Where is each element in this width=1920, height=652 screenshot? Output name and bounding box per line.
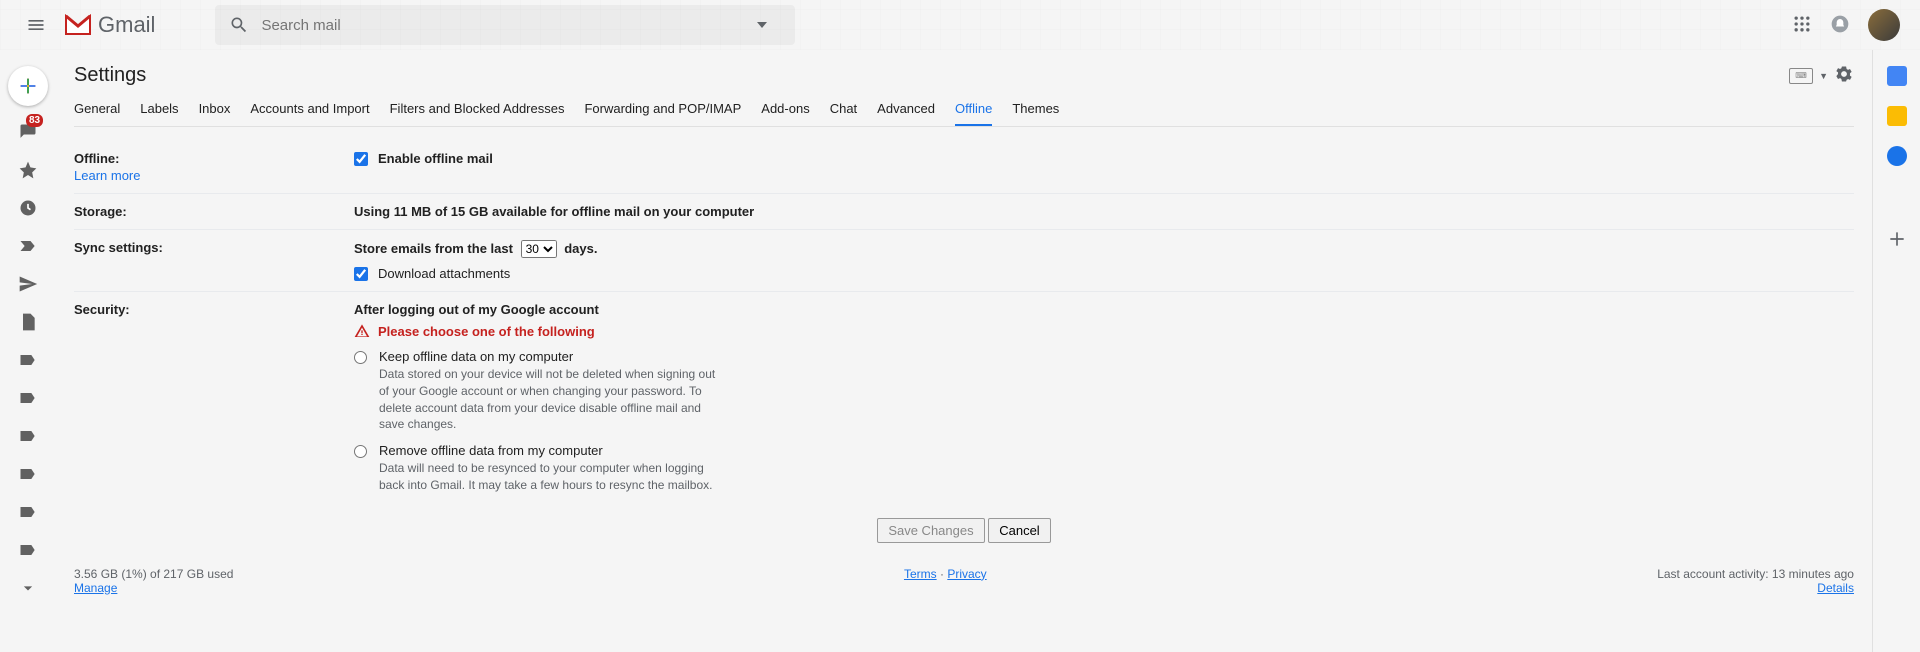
download-attachments-checkbox[interactable] xyxy=(354,267,368,281)
learn-more-link[interactable]: Learn more xyxy=(74,168,354,183)
enable-offline-checkbox[interactable] xyxy=(354,152,368,166)
tab-inbox[interactable]: Inbox xyxy=(199,95,231,126)
keep-data-title: Keep offline data on my computer xyxy=(379,349,719,364)
tab-themes[interactable]: Themes xyxy=(1012,95,1059,126)
inbox-item[interactable]: 83 xyxy=(16,120,40,144)
right-rail xyxy=(1872,50,1920,652)
storage-text: Using 11 MB of 15 GB available for offli… xyxy=(354,204,1854,219)
main-menu-button[interactable] xyxy=(12,15,60,35)
tab-labels[interactable]: Labels xyxy=(140,95,178,126)
sync-suffix: days. xyxy=(564,241,597,256)
label-item[interactable] xyxy=(16,386,40,410)
sent-item[interactable] xyxy=(16,272,40,296)
label-item[interactable] xyxy=(16,500,40,524)
search-icon xyxy=(229,15,249,35)
tab-forwarding-and-pop-imap[interactable]: Forwarding and POP/IMAP xyxy=(584,95,741,126)
left-rail: 83 xyxy=(0,50,56,652)
enable-offline-label: Enable offline mail xyxy=(378,151,493,166)
content-area: Settings ⌨ ▼ General Labels Inbox Accounts … xyxy=(56,50,1872,652)
label-item[interactable] xyxy=(16,424,40,448)
label-item[interactable] xyxy=(16,462,40,486)
label-item[interactable] xyxy=(16,348,40,372)
settings-gear-icon[interactable] xyxy=(1834,64,1854,87)
more-item[interactable] xyxy=(16,576,40,600)
search-options-dropdown[interactable] xyxy=(751,18,779,33)
storage-label: Storage: xyxy=(74,204,127,219)
security-heading: After logging out of my Google account xyxy=(354,302,1854,317)
footer-privacy-link[interactable]: Privacy xyxy=(947,567,986,581)
download-attachments-label: Download attachments xyxy=(378,266,510,281)
tab-offline[interactable]: Offline xyxy=(955,95,992,126)
compose-button[interactable] xyxy=(8,66,48,106)
tab-advanced[interactable]: Advanced xyxy=(877,95,935,126)
footer-terms-link[interactable]: Terms xyxy=(904,567,937,581)
tab-general[interactable]: General xyxy=(74,95,120,126)
starred-item[interactable] xyxy=(16,158,40,182)
cancel-button[interactable]: Cancel xyxy=(988,518,1050,543)
tab-chat[interactable]: Chat xyxy=(830,95,857,126)
remove-data-title: Remove offline data from my computer xyxy=(379,443,719,458)
profile-avatar[interactable] xyxy=(1868,9,1900,41)
search-box[interactable] xyxy=(215,5,795,45)
security-label: Security: xyxy=(74,302,130,317)
page-title: Settings xyxy=(74,64,146,87)
input-tools-icon[interactable]: ⌨ xyxy=(1789,68,1813,84)
get-addons-icon[interactable] xyxy=(1887,229,1907,252)
sync-label: Sync settings: xyxy=(74,240,163,255)
snoozed-item[interactable] xyxy=(16,196,40,220)
remove-data-radio[interactable] xyxy=(354,445,367,458)
remove-data-desc: Data will need to be resynced to your co… xyxy=(379,460,719,494)
top-bar: Gmail xyxy=(0,0,1920,50)
footer-manage-link[interactable]: Manage xyxy=(74,581,117,595)
inbox-badge: 83 xyxy=(26,114,43,127)
search-input[interactable] xyxy=(261,17,751,34)
security-warning-text: Please choose one of the following xyxy=(378,324,595,339)
gmail-m-icon xyxy=(64,14,92,36)
tab-filters-and-blocked-addresses[interactable]: Filters and Blocked Addresses xyxy=(390,95,565,126)
keep-data-desc: Data stored on your device will not be d… xyxy=(379,366,719,433)
google-apps-icon[interactable] xyxy=(1792,14,1812,37)
save-changes-button[interactable]: Save Changes xyxy=(877,518,984,543)
tab-add-ons[interactable]: Add-ons xyxy=(761,95,809,126)
label-item[interactable] xyxy=(16,538,40,562)
sync-days-select[interactable]: 30 xyxy=(521,240,557,258)
footer-storage: 3.56 GB (1%) of 217 GB used xyxy=(74,567,233,581)
keep-data-radio[interactable] xyxy=(354,351,367,364)
footer-details-link[interactable]: Details xyxy=(1817,581,1854,595)
calendar-addon-icon[interactable] xyxy=(1887,66,1907,86)
drafts-item[interactable] xyxy=(16,310,40,334)
important-item[interactable] xyxy=(16,234,40,258)
notifications-icon[interactable] xyxy=(1830,14,1850,37)
keep-addon-icon[interactable] xyxy=(1887,106,1907,126)
tab-accounts-and-import[interactable]: Accounts and Import xyxy=(250,95,369,126)
offline-label: Offline: xyxy=(74,151,120,166)
gmail-logo-text: Gmail xyxy=(98,12,155,38)
gmail-logo[interactable]: Gmail xyxy=(64,12,155,38)
footer-activity: Last account activity: 13 minutes ago xyxy=(1657,567,1854,581)
settings-tabs: General Labels Inbox Accounts and Import Fil… xyxy=(74,95,1854,127)
sync-prefix: Store emails from the last xyxy=(354,241,513,256)
tasks-addon-icon[interactable] xyxy=(1887,146,1907,166)
chevron-down-icon[interactable]: ▼ xyxy=(1819,71,1828,81)
warning-icon xyxy=(354,323,370,339)
